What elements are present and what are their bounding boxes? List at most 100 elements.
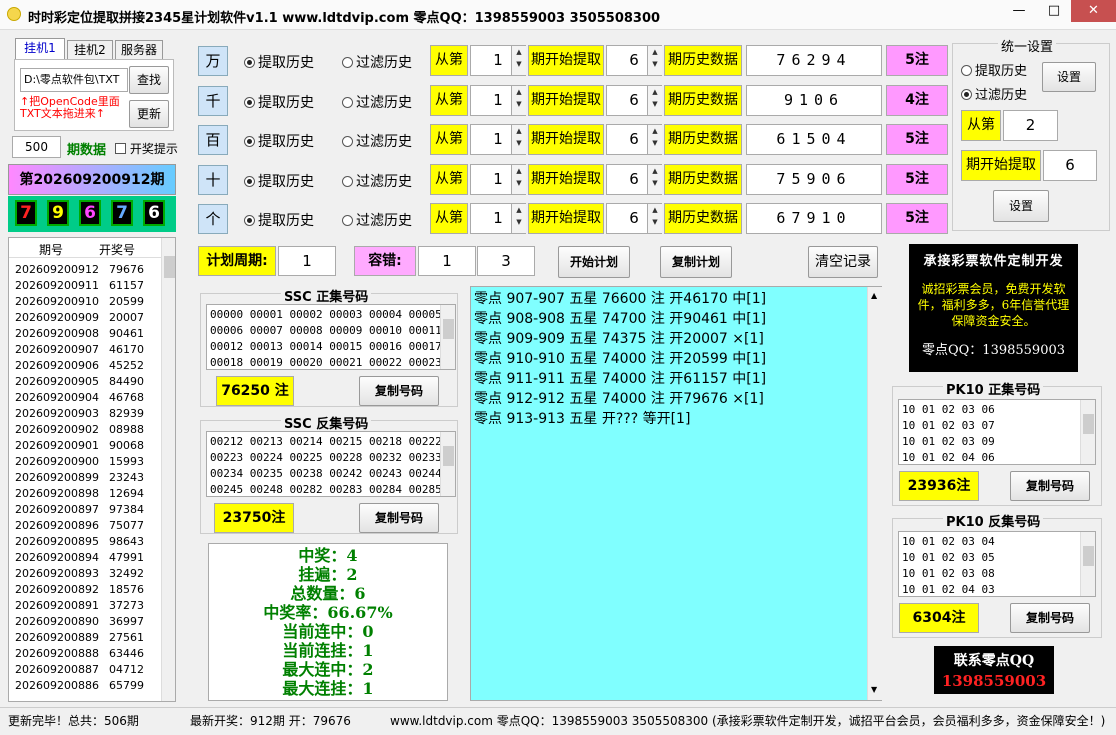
spin-arrows-icon[interactable]: ▲ ▼ <box>647 46 662 75</box>
history-row[interactable]: 202609200886 65799 <box>9 678 161 694</box>
start-input[interactable]: 6 ▲ ▼ <box>606 203 662 234</box>
history-row[interactable]: 202609200891 37273 <box>9 598 161 614</box>
history-row[interactable]: 202609200905 84490 <box>9 374 161 390</box>
filter-history-radio[interactable]: 过滤历史 <box>342 210 412 230</box>
unified-set-button-2[interactable]: 设置 <box>993 190 1049 222</box>
unified-start-input[interactable]: 6 <box>1043 150 1097 181</box>
pk10-positive-copy-button[interactable]: 复制号码 <box>1010 471 1090 501</box>
spin-arrows-icon[interactable]: ▲ ▼ <box>647 85 662 115</box>
filter-history-radio[interactable]: 过滤历史 <box>342 131 412 151</box>
history-row[interactable]: 202609200907 46170 <box>9 342 161 358</box>
start-input[interactable]: 6 ▲ ▼ <box>606 45 662 76</box>
history-row[interactable]: 202609200903 82939 <box>9 406 161 422</box>
start-input[interactable]: 6 ▲ ▼ <box>606 84 662 116</box>
ssc-positive-copy-button[interactable]: 复制号码 <box>359 376 439 406</box>
ssc-negative-list[interactable]: 00212 00213 00214 00215 00218 00222 00223… <box>206 431 456 497</box>
history-row[interactable]: 202609200900 15993 <box>9 454 161 470</box>
spin-arrows-icon[interactable]: ▲ ▼ <box>511 164 526 194</box>
tolerance-input-b[interactable]: 3 <box>477 246 535 276</box>
scroll-down-icon[interactable]: ▼ <box>871 685 877 694</box>
history-row[interactable]: 202609200901 90068 <box>9 438 161 454</box>
history-scroll-thumb[interactable] <box>164 256 175 278</box>
from-input[interactable]: 1 ▲ ▼ <box>470 163 526 195</box>
ssc-negative-copy-button[interactable]: 复制号码 <box>359 503 439 533</box>
ssc-negative-scrollbar[interactable] <box>440 432 455 496</box>
clear-log-button[interactable]: 清空记录 <box>808 246 878 278</box>
unified-set-button[interactable]: 设置 <box>1042 62 1096 92</box>
extract-history-radio[interactable]: 提取历史 <box>244 171 314 191</box>
history-row[interactable]: 202609200889 27561 <box>9 630 161 646</box>
plan-cycle-input[interactable]: 1 <box>278 246 336 276</box>
history-row[interactable]: 202609200902 08988 <box>9 422 161 438</box>
history-row[interactable]: 202609200888 63446 <box>9 646 161 662</box>
spin-arrows-icon[interactable]: ▲ ▼ <box>511 85 526 115</box>
from-input[interactable]: 1 ▲ ▼ <box>470 45 526 76</box>
extract-history-radio[interactable]: 提取历史 <box>244 52 314 72</box>
spin-arrows-icon[interactable]: ▲ ▼ <box>647 204 662 233</box>
history-scrollbar[interactable] <box>161 238 175 701</box>
scroll-up-icon[interactable]: ▲ <box>871 291 877 300</box>
spin-arrows-icon[interactable]: ▲ ▼ <box>511 204 526 233</box>
history-row[interactable]: 202609200895 98643 <box>9 534 161 550</box>
history-row[interactable]: 202609200906 45252 <box>9 358 161 374</box>
history-period: 202609200892 <box>15 583 99 596</box>
spin-arrows-icon[interactable]: ▲ ▼ <box>511 46 526 75</box>
title-bar: 时时彩定位提取拼接2345星计划软件v1.1 www.ldtdvip.com 零… <box>0 0 1116 30</box>
code-line: 00245 00248 00282 00283 00284 00285 <box>210 483 442 496</box>
from-input[interactable]: 1 ▲ ▼ <box>470 124 526 155</box>
ssc-positive-list[interactable]: 00000 00001 00002 00003 00004 00005 00006… <box>206 304 456 370</box>
filter-history-radio[interactable]: 过滤历史 <box>342 171 412 191</box>
pk10-positive-scrollbar[interactable] <box>1080 400 1095 464</box>
start-plan-button[interactable]: 开始计划 <box>558 246 630 278</box>
history-row[interactable]: 202609200890 36997 <box>9 614 161 630</box>
history-row[interactable]: 202609200908 90461 <box>9 326 161 342</box>
history-row[interactable]: 202609200904 46768 <box>9 390 161 406</box>
history-number: 47991 <box>109 551 144 564</box>
pk10-negative-scrollbar[interactable] <box>1080 532 1095 596</box>
ssc-positive-scrollbar[interactable] <box>440 305 455 369</box>
unified-from-input[interactable]: 2 <box>1003 110 1058 141</box>
pk10-positive-list[interactable]: 10 01 02 03 06 10 01 02 03 07 10 01 02 03 … <box>898 399 1096 465</box>
spin-arrows-icon[interactable]: ▲ ▼ <box>647 164 662 194</box>
unified-filter-radio[interactable]: 过滤历史 <box>961 84 1027 103</box>
pk10-negative-copy-button[interactable]: 复制号码 <box>1010 603 1090 633</box>
history-period: 202609200898 <box>15 487 99 500</box>
from-input[interactable]: 1 ▲ ▼ <box>470 203 526 234</box>
pk10-negative-count: 6304注 <box>899 603 979 633</box>
filter-history-radio[interactable]: 过滤历史 <box>342 92 412 112</box>
copy-plan-button[interactable]: 复制计划 <box>660 246 732 278</box>
plan-log-scrollbar[interactable]: ▲ ▼ <box>867 287 882 700</box>
history-row[interactable]: 202609200887 04712 <box>9 662 161 678</box>
plan-log[interactable]: 零点 907-907 五星 76600 注 开46170 中[1] 零点 908-… <box>470 286 882 701</box>
history-row[interactable]: 202609200909 20007 <box>9 310 161 326</box>
start-input[interactable]: 6 ▲ ▼ <box>606 124 662 155</box>
filter-history-radio[interactable]: 过滤历史 <box>342 52 412 72</box>
spin-arrows-icon[interactable]: ▲ ▼ <box>511 125 526 154</box>
extract-history-label: 提取历史 <box>258 134 314 150</box>
pk10-negative-list[interactable]: 10 01 02 03 04 10 01 02 03 05 10 01 02 03 … <box>898 531 1096 597</box>
close-button[interactable]: ✕ <box>1071 0 1116 22</box>
history-row[interactable]: 202609200898 12694 <box>9 486 161 502</box>
tolerance-input-a[interactable]: 1 <box>418 246 476 276</box>
extract-history-radio[interactable]: 提取历史 <box>244 131 314 151</box>
history-row[interactable]: 202609200892 18576 <box>9 582 161 598</box>
history-row[interactable]: 202609200896 75077 <box>9 518 161 534</box>
history-row[interactable]: 202609200911 61157 <box>9 278 161 294</box>
extract-history-radio[interactable]: 提取历史 <box>244 92 314 112</box>
extract-history-label: 提取历史 <box>258 173 314 190</box>
pk10-negative-group: PK10 反集号码 10 01 02 03 04 10 01 02 03 05 10… <box>892 511 1102 638</box>
maximize-button[interactable]: □ <box>1037 0 1071 22</box>
start-input[interactable]: 6 ▲ ▼ <box>606 163 662 195</box>
history-row[interactable]: 202609200910 20599 <box>9 294 161 310</box>
spin-arrows-icon[interactable]: ▲ ▼ <box>647 125 662 154</box>
extract-history-radio[interactable]: 提取历史 <box>244 210 314 230</box>
minimize-button[interactable]: — <box>1002 0 1036 22</box>
history-row[interactable]: 202609200894 47991 <box>9 550 161 566</box>
history-row[interactable]: 202609200912 79676 <box>9 262 161 278</box>
unified-extract-radio[interactable]: 提取历史 <box>961 60 1027 79</box>
history-list[interactable]: 期号 开奖号 202609200912 79676 202609200911 6115… <box>8 237 176 702</box>
history-row[interactable]: 202609200899 23243 <box>9 470 161 486</box>
from-input[interactable]: 1 ▲ ▼ <box>470 84 526 116</box>
history-row[interactable]: 202609200897 97384 <box>9 502 161 518</box>
history-row[interactable]: 202609200893 32492 <box>9 566 161 582</box>
